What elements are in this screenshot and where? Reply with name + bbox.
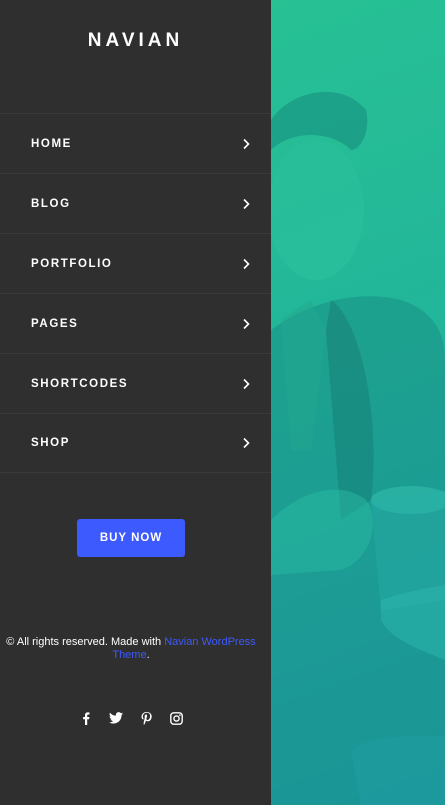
menu-item-label: HOME xyxy=(31,137,72,150)
menu-item-pages[interactable]: PAGES xyxy=(0,293,271,353)
menu-item-shop[interactable]: SHOP xyxy=(0,413,271,473)
chevron-right-icon xyxy=(243,437,250,449)
menu-item-shortcodes[interactable]: SHORTCODES xyxy=(0,353,271,413)
copyright-prefix: © All rights reserved. Made with xyxy=(6,636,165,648)
instagram-icon[interactable] xyxy=(168,710,184,726)
main-menu: HOME BLOG PORTFOLIO PAGES SHORTCODES SHO… xyxy=(0,113,271,473)
chevron-right-icon xyxy=(243,258,250,269)
facebook-icon[interactable] xyxy=(78,710,94,726)
twitter-icon[interactable] xyxy=(108,710,124,726)
copyright-text: © All rights reserved. Made with Navian … xyxy=(0,636,262,662)
menu-item-label: BLOG xyxy=(31,197,71,210)
social-links xyxy=(78,710,184,726)
chevron-right-icon xyxy=(243,378,250,389)
menu-item-portfolio[interactable]: PORTFOLIO xyxy=(0,233,271,293)
menu-item-blog[interactable]: BLOG xyxy=(0,173,271,233)
menu-item-label: PAGES xyxy=(31,317,79,330)
chevron-right-icon xyxy=(243,138,250,149)
menu-item-label: SHORTCODES xyxy=(31,377,129,390)
menu-item-label: PORTFOLIO xyxy=(31,257,113,270)
buy-now-button[interactable]: BUY NOW xyxy=(77,519,185,557)
chevron-right-icon xyxy=(243,198,250,209)
copyright-suffix: . xyxy=(146,649,150,661)
menu-item-home[interactable]: HOME xyxy=(0,113,271,173)
hero-background-image xyxy=(271,0,445,805)
pinterest-icon[interactable] xyxy=(138,710,154,726)
hero-photo-silhouette xyxy=(271,91,445,805)
menu-item-label: SHOP xyxy=(31,437,70,449)
side-menu-panel: NAVIAN HOME BLOG PORTFOLIO PAGES SHORTCO… xyxy=(0,0,271,805)
chevron-right-icon xyxy=(243,318,250,329)
site-logo[interactable]: NAVIAN xyxy=(0,30,271,52)
